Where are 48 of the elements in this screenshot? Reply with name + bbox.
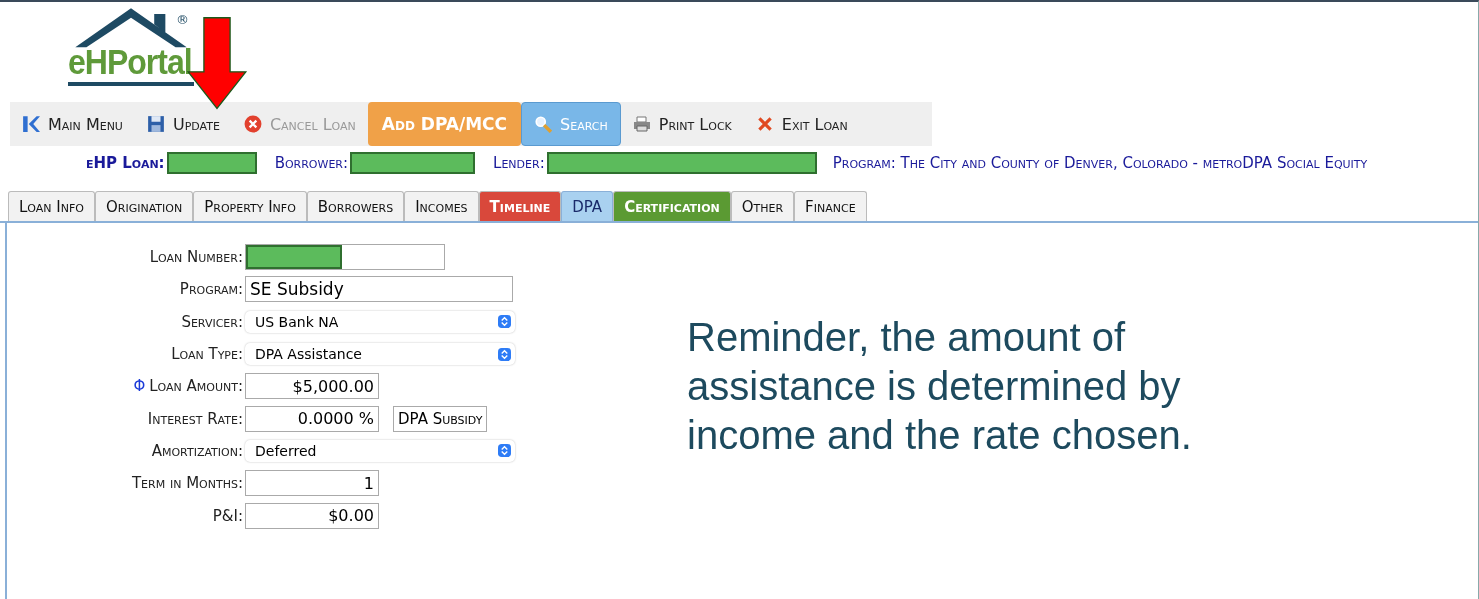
printer-icon — [632, 115, 651, 133]
tab[interactable]: Loan Info — [8, 191, 95, 221]
dpa-subsidy-button[interactable]: DPA Subsidy — [393, 405, 488, 432]
save-icon — [146, 115, 165, 133]
input-field[interactable]: $5,000.00 — [245, 373, 379, 400]
tab[interactable]: Incomes — [404, 191, 479, 221]
registered-mark: ® — [176, 12, 189, 27]
field-label: Loan Amount: — [149, 377, 243, 396]
field-label: Program: — [179, 280, 243, 299]
field-label: P&I: — [212, 506, 243, 525]
input-field[interactable]: 1 — [245, 470, 379, 497]
tab[interactable]: Origination — [95, 191, 194, 221]
tab[interactable]: Other — [730, 191, 795, 221]
toolbar-button[interactable]: Main Menu — [10, 102, 135, 146]
input-field[interactable]: SE Subsidy — [245, 276, 513, 303]
tab[interactable]: DPA — [561, 191, 614, 221]
logo-text: eHPortal — [68, 42, 192, 83]
program-name: Program: The City and County of Denver, Colorado - metroDPA Social Equity — [832, 154, 1368, 172]
input-field[interactable]: $0.00 — [245, 502, 379, 529]
close-icon — [755, 115, 774, 133]
tab[interactable]: Borrowers — [306, 191, 405, 221]
toolbar-button[interactable]: Print Lock — [620, 102, 744, 146]
search-icon — [534, 115, 553, 133]
field-label: Servicer: — [181, 312, 243, 331]
field-label: Loan Type: — [171, 345, 243, 364]
toolbar-button[interactable]: Exit Loan — [743, 102, 860, 146]
stepper-icon — [498, 444, 511, 458]
dropdown[interactable]: Deferred — [245, 439, 515, 462]
tab[interactable]: Property Info — [193, 191, 307, 221]
field-label: Term in Months: — [131, 474, 243, 493]
stepper-icon — [498, 347, 511, 361]
tab[interactable]: Timeline — [478, 191, 562, 221]
tab[interactable]: Finance — [794, 191, 867, 221]
field-label: Interest Rate: — [147, 409, 243, 428]
stepper-icon — [498, 315, 511, 329]
reminder-text: Reminder, the amount of assistance is determined by income and the rate chosen. — [687, 314, 1193, 460]
field-label: eHP Loan: — [86, 154, 165, 172]
k-icon — [22, 115, 40, 133]
phi-symbol: Φ — [133, 377, 146, 396]
field-label: Loan Number: — [149, 248, 243, 267]
input-field[interactable] — [245, 244, 445, 271]
dropdown[interactable]: US Bank NA — [245, 310, 515, 333]
cancel-icon — [243, 115, 262, 133]
field-label: Borrower: — [274, 154, 349, 172]
field-label: Amortization: — [151, 441, 243, 460]
field-label: Lender: — [493, 154, 545, 172]
input-field[interactable]: 0.0000 % — [245, 405, 379, 432]
dropdown[interactable]: DPA Assistance — [245, 343, 515, 366]
